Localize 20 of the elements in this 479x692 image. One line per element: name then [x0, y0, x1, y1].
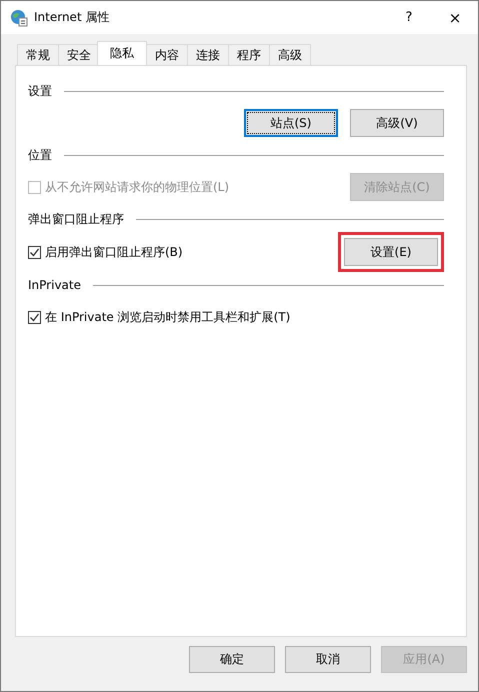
help-button[interactable]: ? [386, 1, 432, 34]
section-heading: 位置 [28, 146, 52, 164]
tab[interactable]: 隐私 [97, 41, 147, 65]
checkbox-option[interactable]: 启用弹出窗口阻止程序(B) [28, 244, 183, 260]
checkbox[interactable] [28, 246, 41, 258]
tab[interactable]: 常规 [17, 44, 59, 65]
section-heading: 设置 [28, 82, 52, 100]
section-heading: InPrivate [28, 278, 81, 292]
section-heading: 弹出窗口阻止程序 [28, 210, 124, 228]
dialog-button[interactable]: 取消 [285, 646, 371, 673]
push-button[interactable]: 设置(E) [344, 238, 438, 266]
close-button[interactable]: × [432, 1, 478, 34]
push-button[interactable]: 站点(S) [244, 109, 338, 137]
tab[interactable]: 高级 [269, 44, 311, 65]
dialog-button[interactable]: 确定 [189, 646, 275, 673]
push-button[interactable]: 高级(V) [350, 109, 444, 137]
globe-icon [10, 8, 28, 26]
checkbox[interactable] [28, 310, 41, 324]
window-title: Internet 属性 [34, 9, 110, 26]
checkbox-option[interactable]: 在 InPrivate 浏览启动时禁用工具栏和扩展(T) [28, 308, 290, 326]
